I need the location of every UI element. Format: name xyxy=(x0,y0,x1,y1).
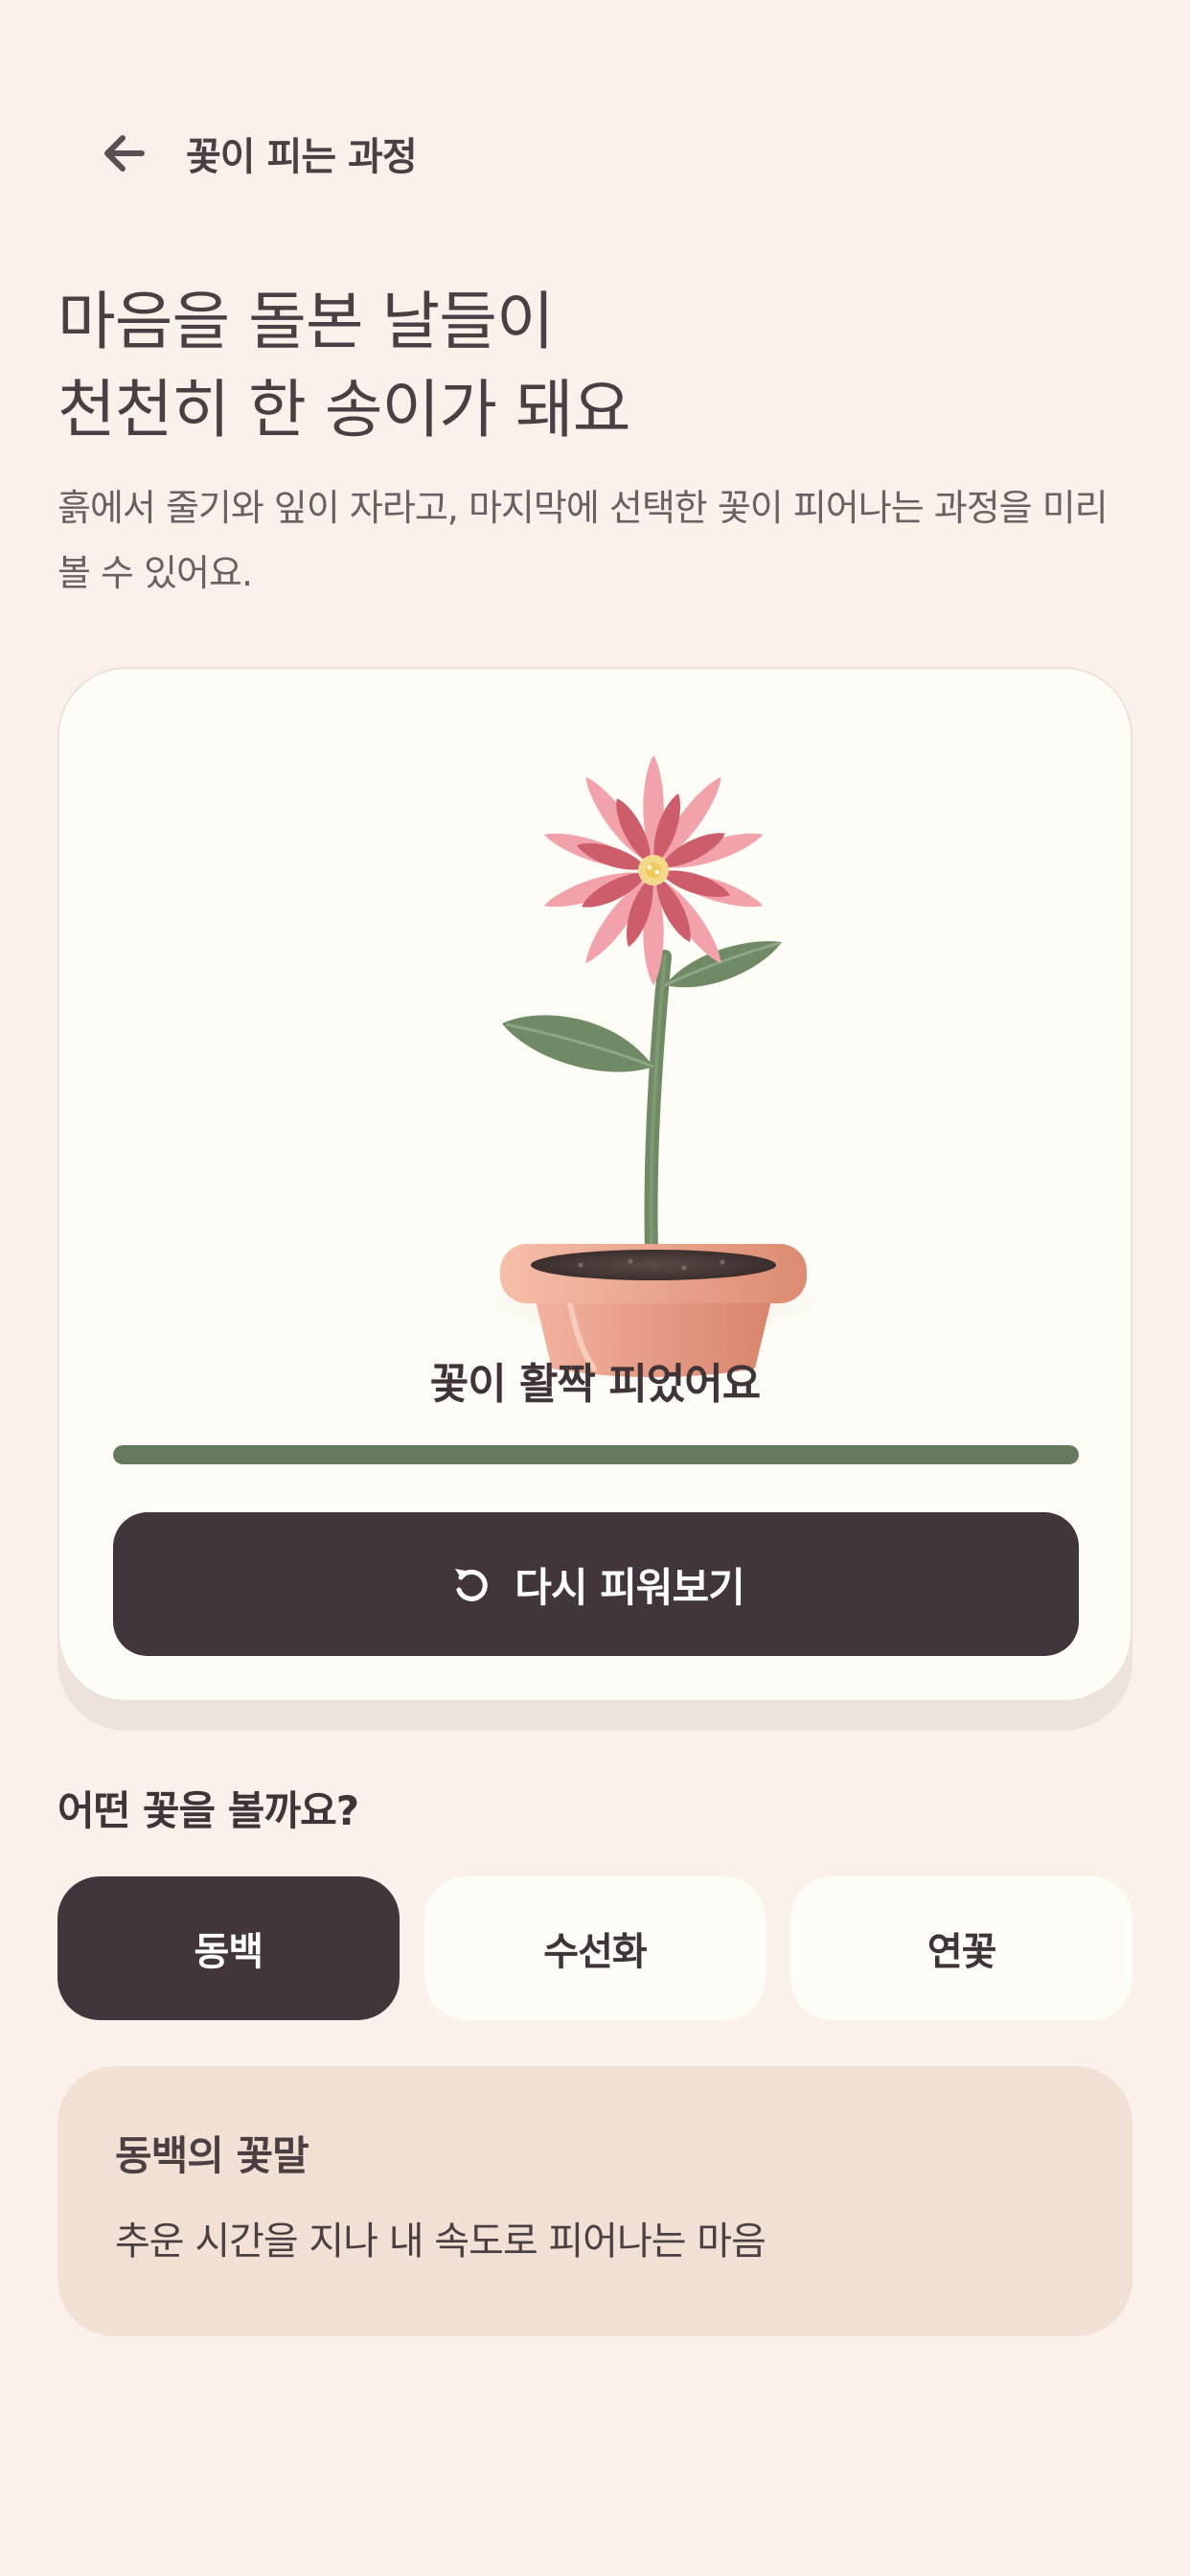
flower-picker: 동백 수선화 연꽃 xyxy=(57,1876,1133,2020)
headline-line-2: 천천히 한 송이가 돼요 xyxy=(57,373,630,447)
flower-meaning-panel: 동백의 꽃말 추운 시간을 지나 내 속도로 피어나는 마음 xyxy=(57,2066,1133,2336)
growth-status: 꽃이 활짝 피었어요 xyxy=(429,1360,761,1409)
replay-button[interactable]: 다시 피워보기 xyxy=(113,1512,1079,1656)
flower-meaning-text: 추운 시간을 지나 내 속도로 피어나는 마음 xyxy=(115,2220,767,2264)
replay-icon xyxy=(455,1569,488,1601)
picker-title: 어떤 꽃을 볼까요? xyxy=(57,1787,359,1834)
arrow-left-icon xyxy=(104,135,145,172)
chip-daffodil[interactable]: 수선화 xyxy=(423,1876,767,2020)
leaf-left xyxy=(502,1015,654,1072)
chip-camellia[interactable]: 동백 xyxy=(57,1876,400,2020)
back-button[interactable] xyxy=(86,115,163,192)
growth-progress-fill xyxy=(113,1445,1079,1464)
chip-lotus[interactable]: 연꽃 xyxy=(790,1876,1133,2020)
headline-line-1: 마음을 돌본 날들이 xyxy=(57,285,555,358)
app-header: 꽃이 피는 과정 xyxy=(57,115,418,192)
description: 흙에서 줄기와 잎이 자라고, 마지막에 선택한 꽃이 피어나는 과정을 미리 … xyxy=(57,487,1109,594)
flower-meaning-title: 동백의 꽃말 xyxy=(115,2132,309,2179)
growth-progress-bar xyxy=(113,1445,1079,1464)
page-title: 꽃이 피는 과정 xyxy=(186,135,418,179)
flower-pot-illustration xyxy=(481,755,826,1377)
leaf-right xyxy=(664,941,782,988)
growth-card: 꽃이 활짝 피었어요 다시 피워보기 xyxy=(57,667,1133,1702)
replay-button-label: 다시 피워보기 xyxy=(515,1563,744,1611)
headline: 마음을 돌본 날들이 천천히 한 송이가 돼요 xyxy=(57,278,1131,454)
soil xyxy=(531,1250,776,1280)
screen: 꽃이 피는 과정 마음을 돌본 날들이 천천히 한 송이가 돼요 흙에서 줄기와… xyxy=(0,0,1190,2576)
